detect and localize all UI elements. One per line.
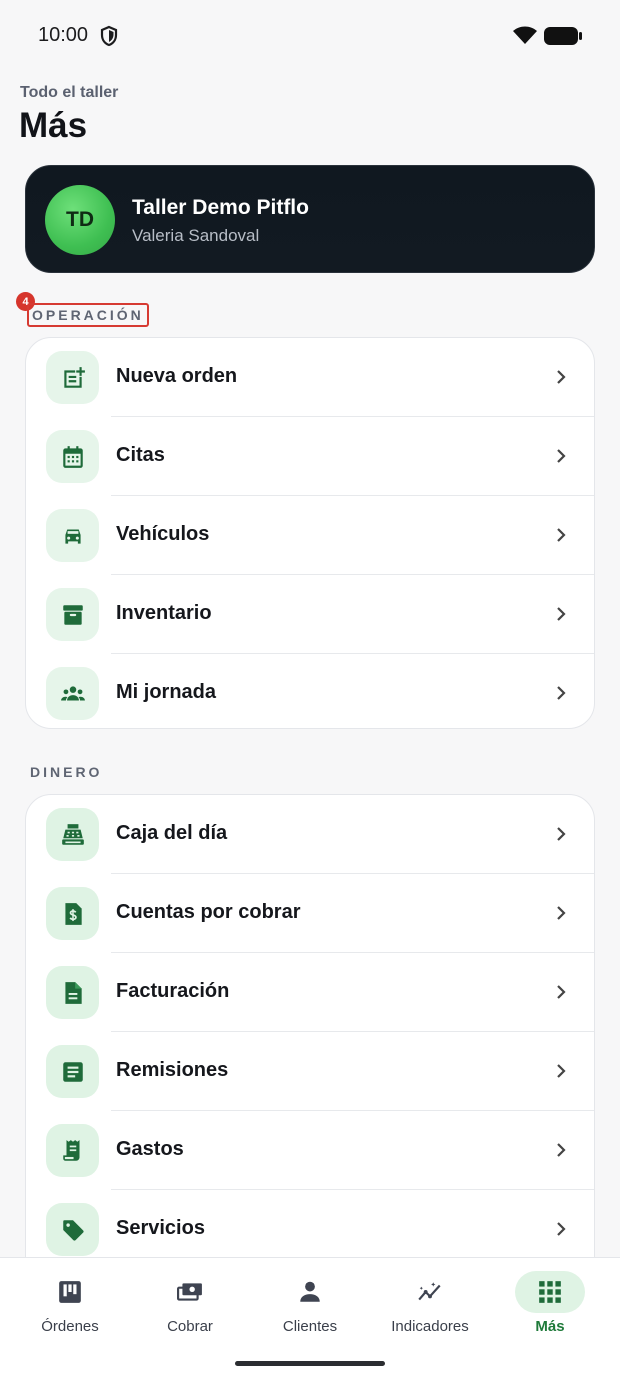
nav-label: Cobrar bbox=[167, 1318, 213, 1335]
person-icon bbox=[300, 1281, 320, 1302]
document-icon bbox=[64, 981, 82, 1004]
nav-label: Más bbox=[535, 1318, 565, 1335]
workshop-name: Taller Demo Pitflo bbox=[132, 196, 309, 219]
chevron-right-icon bbox=[557, 1064, 566, 1078]
menu-item-label: Vehículos bbox=[116, 523, 210, 545]
nav-mas[interactable]: Más bbox=[488, 1258, 612, 1348]
receipt-icon bbox=[62, 1139, 79, 1161]
tag-icon bbox=[62, 1219, 84, 1241]
kanban-icon bbox=[59, 1281, 81, 1303]
nav-label: Indicadores bbox=[391, 1318, 469, 1335]
invoice-dollar-icon bbox=[64, 902, 82, 925]
menu-item-label: Caja del día bbox=[116, 822, 228, 844]
chevron-right-icon bbox=[557, 686, 566, 700]
menu-item-mi-jornada[interactable]: Mi jornada bbox=[26, 654, 594, 728]
page-subtitle: Todo el taller bbox=[20, 84, 119, 101]
nav-ordenes[interactable]: Órdenes bbox=[8, 1258, 132, 1348]
nav-label: Órdenes bbox=[41, 1318, 99, 1335]
receipt-list-icon bbox=[62, 1061, 83, 1082]
insights-icon bbox=[418, 1282, 441, 1301]
status-time: 10:00 bbox=[38, 24, 89, 46]
profile-card[interactable]: TD Taller Demo Pitflo Valeria Sandoval bbox=[25, 165, 595, 273]
nav-cobrar[interactable]: Cobrar bbox=[128, 1258, 252, 1348]
payments-icon bbox=[177, 1283, 202, 1301]
menu-item-vehiculos[interactable]: Vehículos bbox=[26, 496, 594, 575]
user-name: Valeria Sandoval bbox=[132, 226, 260, 245]
cash-register-icon bbox=[61, 823, 84, 845]
section-label-dinero: DINERO bbox=[30, 764, 103, 780]
operacion-menu: Nueva orden Citas Vehículos Inventario M… bbox=[25, 337, 595, 729]
chevron-right-icon bbox=[557, 528, 566, 542]
avatar: TD bbox=[45, 185, 115, 255]
dinero-menu: Caja del día Cuentas por cobrar Facturac… bbox=[25, 794, 595, 1274]
menu-item-label: Mi jornada bbox=[116, 681, 217, 703]
menu-item-label: Gastos bbox=[116, 1138, 184, 1160]
nav-clientes[interactable]: Clientes bbox=[248, 1258, 372, 1348]
calendar-icon bbox=[62, 445, 83, 468]
menu-item-caja-del-dia[interactable]: Caja del día bbox=[26, 795, 594, 874]
menu-item-label: Facturación bbox=[116, 980, 230, 1002]
shield-icon bbox=[100, 25, 118, 47]
menu-item-label: Nueva orden bbox=[116, 365, 238, 387]
chevron-right-icon bbox=[557, 985, 566, 999]
page-title: Más bbox=[19, 106, 88, 145]
nav-indicadores[interactable]: Indicadores bbox=[368, 1258, 492, 1348]
menu-item-label: Citas bbox=[116, 444, 165, 466]
chevron-right-icon bbox=[557, 1222, 566, 1236]
menu-item-remisiones[interactable]: Remisiones bbox=[26, 1032, 594, 1111]
menu-item-gastos[interactable]: Gastos bbox=[26, 1111, 594, 1190]
menu-item-label: Cuentas por cobrar bbox=[116, 901, 301, 923]
car-icon bbox=[64, 529, 81, 544]
battery-icon bbox=[544, 27, 582, 45]
archive-box-icon bbox=[62, 604, 83, 625]
menu-item-inventario[interactable]: Inventario bbox=[26, 575, 594, 654]
menu-item-label: Remisiones bbox=[116, 1059, 229, 1081]
section-label-operacion: OPERACIÓN bbox=[27, 303, 149, 327]
wifi-icon bbox=[513, 26, 537, 44]
menu-item-nueva-orden[interactable]: Nueva orden bbox=[26, 338, 594, 417]
note-add-icon bbox=[63, 366, 85, 388]
chevron-right-icon bbox=[557, 370, 566, 384]
menu-item-label: Inventario bbox=[116, 602, 212, 624]
nav-label: Clientes bbox=[282, 1318, 338, 1335]
chevron-right-icon bbox=[557, 906, 566, 920]
apps-grid-icon bbox=[539, 1281, 561, 1303]
menu-item-cuentas-por-cobrar[interactable]: Cuentas por cobrar bbox=[26, 874, 594, 953]
chevron-right-icon bbox=[557, 607, 566, 621]
home-indicator[interactable] bbox=[235, 1361, 385, 1366]
chevron-right-icon bbox=[557, 827, 566, 841]
chevron-right-icon bbox=[557, 1143, 566, 1157]
menu-item-citas[interactable]: Citas bbox=[26, 417, 594, 496]
status-bar: 10:00 bbox=[0, 0, 620, 72]
menu-item-facturacion[interactable]: Facturación bbox=[26, 953, 594, 1032]
group-icon bbox=[60, 685, 85, 700]
chevron-right-icon bbox=[557, 449, 566, 463]
menu-item-label: Servicios bbox=[116, 1217, 205, 1239]
